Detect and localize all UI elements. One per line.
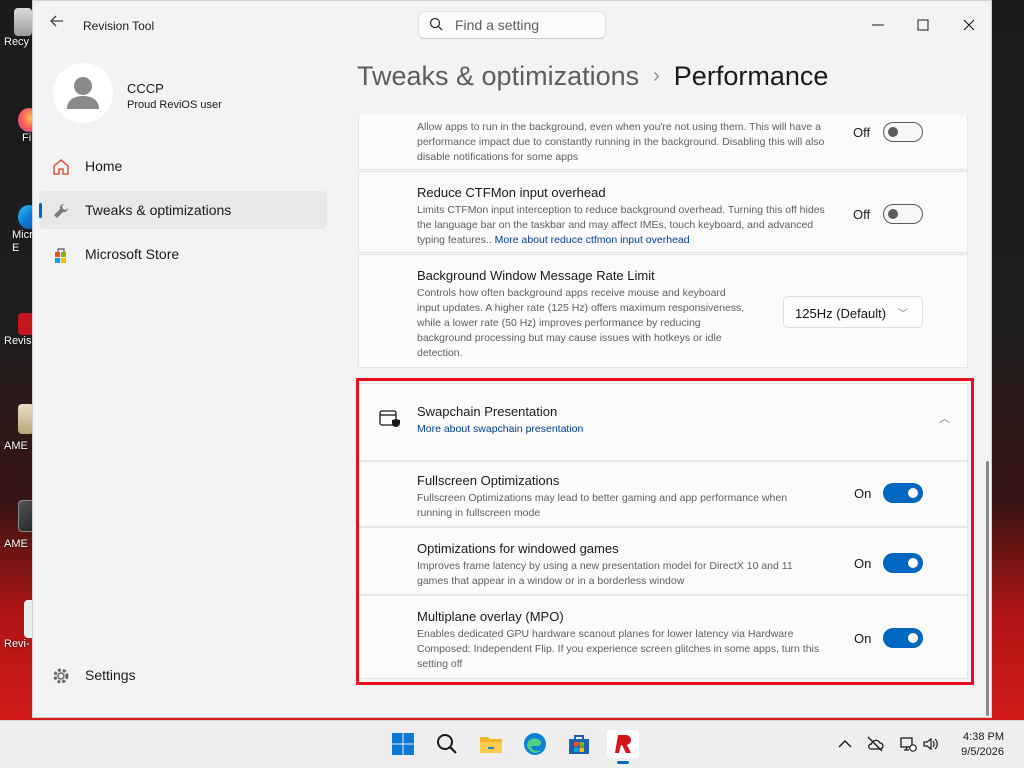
- desktop-icon-revi[interactable]: Revi-: [4, 600, 36, 650]
- setting-ctfmon: Reduce CTFMon input overhead Limits CTFM…: [358, 171, 968, 253]
- revision-tool-window: Revision Tool CCCP Proud ReviOS user Hom…: [32, 0, 992, 718]
- start-button[interactable]: [389, 730, 417, 758]
- setting-title: Reduce CTFMon input overhead: [417, 185, 606, 200]
- store-icon: [55, 248, 66, 263]
- desktop-icon-label: Revi-: [4, 638, 30, 650]
- app-title: Revision Tool: [83, 19, 155, 33]
- title-bar: Revision Tool: [33, 1, 991, 49]
- close-icon: [963, 19, 975, 31]
- sidebar-item-settings[interactable]: Settings: [39, 656, 327, 694]
- breadcrumb: Tweaks & optimizations › Performance: [357, 61, 828, 92]
- desktop-icon-label: Fi: [22, 132, 32, 144]
- setting-description: Controls how often background apps recei…: [417, 287, 745, 359]
- network-icon: [900, 737, 917, 752]
- sidebar-item-label: Tweaks & optimizations: [85, 202, 232, 218]
- wrench-icon: [54, 203, 69, 218]
- setting-title: Background Window Message Rate Limit: [417, 268, 655, 283]
- chevron-up-icon: [838, 740, 852, 748]
- scrollbar-thumb[interactable]: [986, 461, 989, 716]
- highlight-box: [356, 378, 974, 685]
- desktop-icon-recycle-bin[interactable]: Recy: [4, 8, 34, 48]
- breadcrumb-separator: ›: [653, 65, 660, 87]
- sidebar-item-tweaks[interactable]: Tweaks & optimizations: [39, 191, 327, 229]
- sidebar-item-label: Microsoft Store: [85, 246, 180, 262]
- chevron-down-icon: ﹀: [898, 309, 908, 320]
- toggle-state-label: Off: [853, 125, 871, 140]
- person-icon: [67, 77, 99, 109]
- ctfmon-toggle[interactable]: [883, 204, 923, 224]
- minimize-button[interactable]: [867, 15, 889, 35]
- desktop-icon-firefox[interactable]: Fi: [4, 108, 40, 144]
- clock-date: 9/5/2026: [961, 746, 1004, 758]
- search-taskbar-button[interactable]: [433, 730, 461, 758]
- minimize-icon: [872, 24, 884, 26]
- file-explorer-button[interactable]: [477, 730, 505, 758]
- taskbar: 4:38 PM 9/5/2026: [0, 720, 1024, 768]
- desktop-icon-label: Recy: [4, 36, 30, 48]
- search-icon: [437, 734, 457, 754]
- desktop-icon-ame-1[interactable]: AME: [4, 404, 34, 452]
- home-icon: [53, 159, 69, 175]
- message-rate-dropdown[interactable]: 125Hz (Default) ﹀: [783, 296, 923, 328]
- back-button[interactable]: [49, 13, 65, 34]
- user-name: CCCP: [127, 81, 164, 96]
- sidebar-item-home[interactable]: Home: [39, 147, 327, 185]
- setting-message-rate: Background Window Message Rate Limit Con…: [358, 254, 968, 368]
- avatar: [53, 63, 113, 123]
- revision-tool-icon: [615, 735, 631, 753]
- speaker-icon: [923, 737, 938, 751]
- maximize-icon: [917, 19, 929, 31]
- desktop-icon-label: AME: [4, 538, 28, 550]
- sidebar-item-store[interactable]: Microsoft Store: [39, 235, 327, 273]
- desktop-icon-label: AME: [4, 440, 28, 452]
- sidebar-item-label: Settings: [85, 667, 136, 683]
- folder-icon: [480, 737, 502, 753]
- close-button[interactable]: [958, 15, 980, 35]
- gear-icon: [53, 668, 69, 684]
- search-icon: [429, 17, 443, 31]
- store-icon: [569, 735, 589, 754]
- revision-tool-taskbar-button[interactable]: [607, 730, 639, 764]
- cloud-off-icon: [867, 736, 884, 752]
- store-taskbar-button[interactable]: [565, 730, 593, 758]
- show-hidden-icons-button[interactable]: [836, 735, 854, 753]
- windows-logo-icon: [392, 733, 414, 755]
- clock-time: 4:38 PM: [963, 731, 1004, 743]
- setting-background-apps: Allow apps to run in the background, eve…: [358, 115, 968, 170]
- desktop-icon-ame-2[interactable]: AME: [4, 500, 38, 550]
- setting-description: Allow apps to run in the background, eve…: [417, 121, 825, 163]
- learn-more-link[interactable]: More about reduce ctfmon input overhead: [495, 234, 690, 246]
- arrow-left-icon: [50, 15, 63, 27]
- desktop-icon-edge[interactable]: Micr E: [4, 205, 40, 255]
- page-title: Performance: [673, 61, 829, 91]
- background-apps-toggle[interactable]: [883, 122, 923, 142]
- edge-icon: [524, 733, 546, 755]
- maximize-button[interactable]: [912, 15, 934, 35]
- desktop-icon-revision[interactable]: Revis: [4, 313, 36, 347]
- setting-description: Limits CTFMon input interception to redu…: [417, 203, 837, 248]
- active-indicator: [617, 761, 629, 764]
- breadcrumb-parent[interactable]: Tweaks & optimizations: [357, 61, 639, 91]
- search-input[interactable]: [455, 17, 595, 33]
- clock[interactable]: 4:38 PM 9/5/2026: [961, 730, 1004, 760]
- user-subtitle: Proud ReviOS user: [127, 99, 222, 111]
- cloud-offline-button[interactable]: [866, 735, 884, 753]
- search-box[interactable]: [418, 11, 606, 39]
- network-button[interactable]: [899, 735, 917, 753]
- toggle-state-label: Off: [853, 207, 871, 222]
- sidebar-item-label: Home: [85, 158, 123, 174]
- dropdown-value: 125Hz (Default): [795, 306, 887, 321]
- volume-button[interactable]: [922, 735, 940, 753]
- edge-taskbar-button[interactable]: [521, 730, 549, 758]
- recycle-bin-icon: [14, 8, 32, 36]
- desktop-icon-label: Revis: [4, 335, 32, 347]
